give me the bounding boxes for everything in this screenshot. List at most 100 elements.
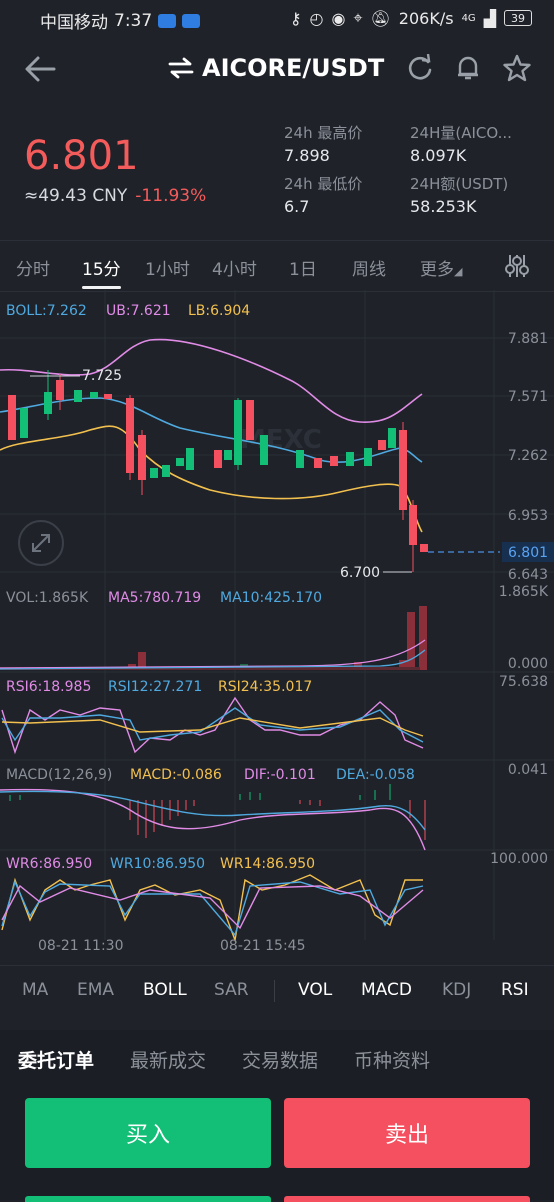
indicator-ma[interactable]: MA <box>22 980 48 1000</box>
price-axis-label: 7.571 <box>508 389 548 405</box>
vol-axis-top: 1.865K <box>499 584 549 600</box>
kline-chart[interactable]: MEXC BOLL:7.262 UB:7.621 LB:6.904 7.881 … <box>0 290 554 970</box>
location-icon: ⌖ <box>353 8 363 27</box>
macd-axis-top: 0.041 <box>508 762 548 778</box>
tab-timeline[interactable]: 分时 <box>16 255 50 280</box>
stat-label: 24h 最低价 <box>284 175 363 193</box>
tab-4h[interactable]: 4小时 <box>212 255 257 280</box>
back-arrow-icon[interactable] <box>22 54 58 84</box>
wr14-label: WR14:86.950 <box>220 856 315 872</box>
wr10-label: WR10:86.950 <box>110 856 205 872</box>
rsi6-line <box>1 696 424 755</box>
tab-trade-data[interactable]: 交易数据 <box>242 1046 318 1073</box>
tab-orders[interactable]: 委托订单 <box>18 1046 94 1073</box>
tab-1d[interactable]: 1日 <box>289 255 317 280</box>
indicator-bar: MA EMA BOLL SAR VOL MACD KDJ RSI <box>0 965 554 1014</box>
swap-icon <box>168 57 194 79</box>
star-icon[interactable] <box>502 54 532 82</box>
price-axis-label: 7.262 <box>508 448 548 464</box>
eye-icon: ◉ <box>331 8 346 28</box>
carrier-label: 中国移动 <box>40 13 108 33</box>
tab-coin-info[interactable]: 币种资料 <box>354 1046 430 1073</box>
cny-price: ≈49.43 CNY <box>24 186 128 206</box>
timeframe-tabs: 分时 15分 1小时 4小时 1日 周线 更多◢ <box>0 240 554 292</box>
indicator-vol[interactable]: VOL <box>298 980 332 1000</box>
boll-label: BOLL:7.262 <box>6 303 87 319</box>
sell-button-peek <box>284 1196 530 1202</box>
boll-lb-line <box>0 425 423 533</box>
ub-label: UB:7.621 <box>106 303 171 319</box>
signal-label: 4G <box>461 12 476 24</box>
tab-more[interactable]: 更多◢ <box>420 255 462 280</box>
vol-axis-bottom: 0.000 <box>508 656 548 672</box>
divider <box>274 980 275 1002</box>
indicator-sar[interactable]: SAR <box>214 980 249 1000</box>
wr6-line <box>1 884 424 930</box>
stat-value: 6.7 <box>284 197 310 216</box>
lb-label: LB:6.904 <box>188 303 250 319</box>
header: AICORE/USDT <box>0 40 554 100</box>
bell-icon[interactable] <box>454 54 482 82</box>
tab-15m[interactable]: 15分 <box>82 255 121 289</box>
wr-axis-top: 100.000 <box>490 851 548 867</box>
signal-icon: ▟ <box>483 8 496 28</box>
tab-1h[interactable]: 1小时 <box>145 255 190 280</box>
net-speed: 206K/s <box>398 8 454 28</box>
tab-weekly[interactable]: 周线 <box>352 255 386 280</box>
price-axis-label: 7.881 <box>508 331 548 347</box>
pair-title[interactable]: AICORE/USDT <box>168 54 384 82</box>
refresh-icon[interactable] <box>406 54 434 82</box>
indicator-boll[interactable]: BOLL <box>143 980 187 1000</box>
stat-label: 24h 最高价 <box>284 124 363 142</box>
buy-button[interactable]: 买入 <box>25 1098 271 1168</box>
rsi24-line <box>1 717 424 737</box>
rsi-axis-top: 75.638 <box>499 674 548 690</box>
key-icon: ⚷ <box>289 8 302 28</box>
macd-value-label: MACD:-0.086 <box>130 767 222 783</box>
battery-icon: 39 <box>504 10 532 26</box>
stat-value: 8.097K <box>410 146 467 165</box>
volume-bars <box>0 606 427 670</box>
stat-value: 7.898 <box>284 146 330 165</box>
boll-mid-line <box>0 397 423 464</box>
clock: 7:37 <box>114 10 153 31</box>
app-notification-icon <box>182 13 201 28</box>
rsi24-label: RSI24:35.017 <box>218 679 312 695</box>
indicator-macd[interactable]: MACD <box>361 980 412 1000</box>
vol-ma10-label: MA10:425.170 <box>220 590 322 606</box>
last-price: 6.801 <box>24 133 139 179</box>
status-bar: 中国移动 7:37 ⚷ ◴ ◉ ⌖ 🔕︎ 206K/s 4G ▟ 39 <box>0 0 554 38</box>
low-annotation: 6.700 <box>340 565 380 581</box>
chart-svg: MEXC BOLL:7.262 UB:7.621 LB:6.904 7.881 … <box>0 290 554 954</box>
vol-ma5-label: MA5:780.719 <box>108 590 201 606</box>
price-axis-label: 6.953 <box>508 508 548 524</box>
price-block: 6.801 ≈49.43 CNY -11.93% <box>24 136 206 206</box>
indicator-settings-icon[interactable] <box>503 253 531 279</box>
fullscreen-icon[interactable] <box>18 520 64 566</box>
dif-label: DIF:-0.101 <box>244 767 316 783</box>
indicator-rsi[interactable]: RSI <box>501 980 529 1000</box>
indicator-kdj[interactable]: KDJ <box>442 980 471 1000</box>
time-axis-label: 08-21 15:45 <box>220 938 305 954</box>
stat-value: 58.253K <box>410 197 477 216</box>
dif-line <box>0 788 426 851</box>
rsi6-label: RSI6:18.985 <box>6 679 91 695</box>
indicator-ema[interactable]: EMA <box>77 980 114 1000</box>
sell-button[interactable]: 卖出 <box>284 1098 530 1168</box>
bottom-panel: 委托订单 最新成交 交易数据 币种资料 买入 卖出 <box>0 1030 554 1202</box>
stat-label: 24H量(AICO... <box>410 124 512 142</box>
high-annotation: 7.725 <box>82 368 122 384</box>
price-axis-label: 6.643 <box>508 567 548 583</box>
last-price-tag-label: 6.801 <box>508 545 548 561</box>
stat-label: 24H额(USDT) <box>410 175 509 193</box>
price-change: -11.93% <box>135 186 207 206</box>
mute-icon: 🔕︎ <box>370 8 391 28</box>
tab-latest-trades[interactable]: 最新成交 <box>130 1046 206 1073</box>
app-notification-icon <box>158 13 177 28</box>
vol-label: VOL:1.865K <box>6 590 89 606</box>
buy-button-peek <box>25 1196 271 1202</box>
stats-grid: 24h 最高价 7.898 24H量(AICO... 8.097K 24h 最低价 6… <box>284 122 534 216</box>
rsi12-line <box>1 707 424 743</box>
speed-icon: ◴ <box>309 8 324 28</box>
wr6-label: WR6:86.950 <box>6 856 92 872</box>
